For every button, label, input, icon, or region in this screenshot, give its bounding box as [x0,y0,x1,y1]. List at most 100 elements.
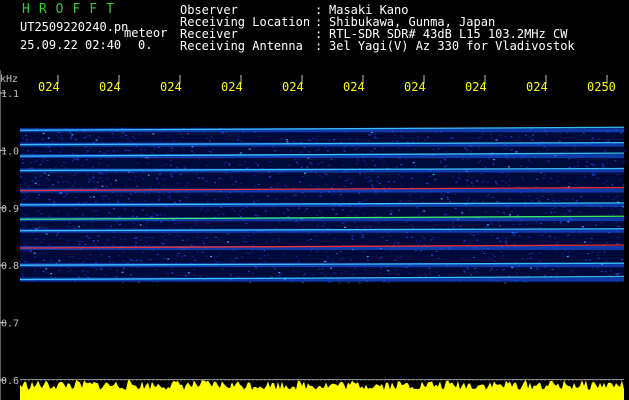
noise-speckle [71,134,74,136]
noise-speckle [73,227,76,229]
noise-speckle [149,258,152,261]
noise-speckle [91,210,94,212]
noise-speckle [171,272,174,274]
noise-speckle [344,180,347,182]
noise-speckle [418,250,421,252]
noise-speckle [401,176,404,178]
noise-speckle [472,185,474,187]
noise-speckle [605,259,608,262]
noise-speckle [326,256,329,258]
noise-speckle [84,274,87,276]
noise-speckle [109,268,112,270]
noise-speckle [587,253,590,255]
noise-speckle [242,237,245,239]
noise-speckle [84,243,87,246]
noise-speckle [225,194,228,196]
noise-speckle [161,165,164,167]
noise-speckle [457,177,460,179]
noise-speckle [57,269,60,272]
noise-speckle [379,272,382,274]
noise-speckle [163,214,166,216]
noise-speckle [435,250,438,252]
noise-speckle [509,214,511,216]
noise-speckle [24,225,27,227]
noise-speckle [560,221,563,223]
noise-speckle [127,198,130,200]
noise-speckle [48,215,51,217]
noise-speckle [92,177,95,179]
noise-speckle [97,181,100,183]
noise-speckle [591,140,594,142]
noise-speckle [499,240,502,242]
noise-speckle [301,226,304,228]
noise-speckle [521,258,524,260]
noise-speckle [423,210,426,212]
noise-speckle [177,183,179,185]
noise-speckle [21,275,24,277]
noise-speckle [122,132,124,134]
spectrogram-svg[interactable]: 1.1 1.0 0.9 0.8 0.7 0.6 024 024 024 024 024 024 024 0… [0,70,629,400]
noise-speckle [120,136,123,138]
noise-speckle [234,181,237,183]
noise-speckle [339,259,342,261]
noise-speckle [160,242,163,244]
noise-speckle [124,208,127,210]
noise-speckle [159,214,162,216]
noise-speckle [372,159,374,162]
noise-speckle [50,259,53,261]
noise-speckle [290,149,293,151]
noise-speckle [470,146,473,148]
noise-speckle [609,270,612,272]
noise-speckle [437,257,440,259]
noise-speckle [50,273,53,275]
noise-speckle [177,252,180,254]
noise-speckle [579,211,581,213]
noise-speckle [431,253,434,255]
noise-speckle [478,162,481,164]
noise-speckle [198,159,201,161]
noise-speckle [255,267,257,269]
noise-speckle [469,233,472,235]
noise-speckle [214,199,217,201]
noise-speckle [320,272,323,274]
noise-speckle [170,150,173,152]
noise-speckle [265,241,268,243]
noise-speckle [144,237,147,239]
y-tick-label: 0.7 [1,319,19,330]
noise-speckle [446,196,449,198]
noise-speckle [225,172,228,174]
noise-speckle [158,196,161,198]
noise-speckle [161,236,164,238]
noise-speckle [124,134,127,136]
noise-speckle [157,146,160,148]
spectrogram-plot[interactable]: 1.1 1.0 0.9 0.8 0.7 0.6 024 024 024 024 024 024 024 0… [0,70,629,400]
noise-speckle [169,198,172,200]
noise-speckle [583,175,586,177]
noise-speckle [440,198,443,200]
noise-speckle [46,159,49,162]
noise-speckle [375,138,378,140]
noise-speckle [328,164,331,166]
noise-speckle [583,241,586,243]
noise-speckle [496,238,499,240]
noise-speckle [34,177,37,179]
noise-speckle [464,147,466,149]
noise-speckle [39,175,42,177]
spectrum-top-line [20,379,624,380]
noise-speckle [214,236,217,238]
noise-speckle [470,274,473,276]
noise-speckle [122,250,125,252]
noise-speckle [233,260,236,262]
noise-speckle [81,241,84,243]
noise-speckle [52,183,55,185]
noise-speckle [466,179,469,181]
noise-speckle [108,261,111,263]
noise-speckle [614,273,617,275]
noise-speckle [269,161,272,163]
noise-speckle [74,139,77,141]
noise-speckle [507,173,510,175]
noise-speckle [375,192,377,195]
noise-speckle [147,162,150,164]
noise-speckle [491,234,494,236]
noise-speckle [379,158,382,160]
